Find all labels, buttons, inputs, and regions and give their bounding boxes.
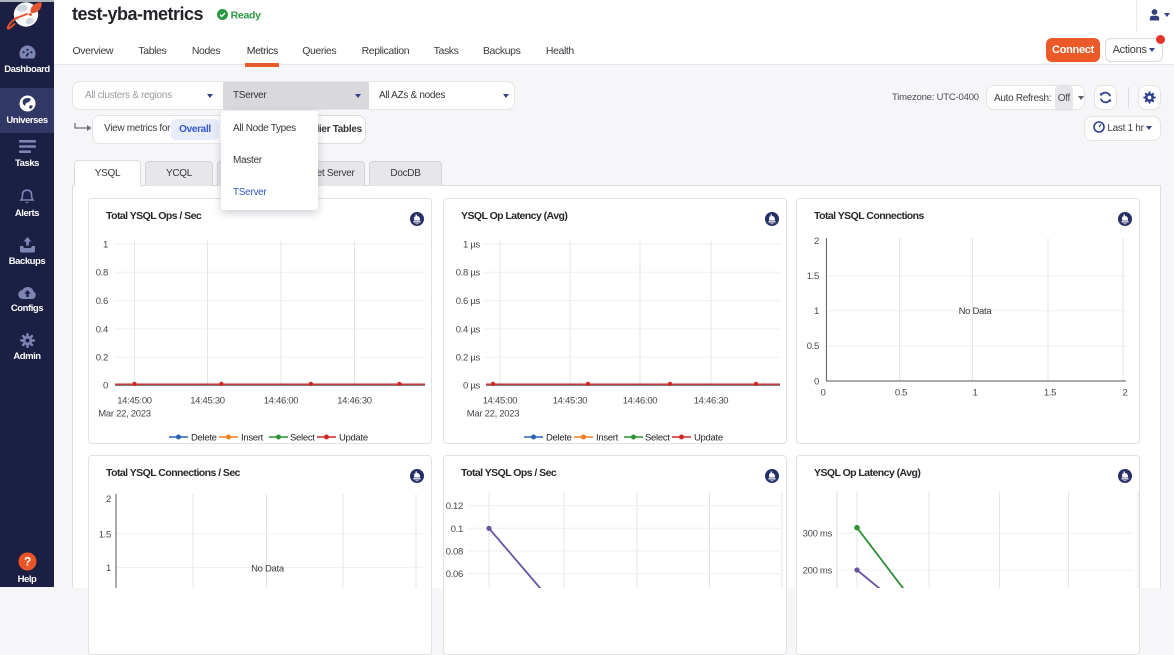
svg-text:0.5: 0.5 — [895, 388, 907, 399]
svg-text:Mar 22, 2023: Mar 22, 2023 — [467, 409, 519, 420]
svg-text:1.5: 1.5 — [807, 271, 819, 282]
svg-text:Insert: Insert — [241, 433, 264, 444]
svg-text:0 µs: 0 µs — [463, 381, 480, 392]
svg-text:0.8: 0.8 — [96, 268, 108, 279]
svg-text:0.6: 0.6 — [96, 296, 108, 307]
svg-text:0.06: 0.06 — [446, 569, 463, 580]
svg-text:Update: Update — [339, 433, 368, 444]
svg-text:0: 0 — [814, 376, 819, 387]
svg-text:14:45:00: 14:45:00 — [117, 396, 152, 407]
svg-text:No Data: No Data — [251, 564, 285, 575]
svg-text:0.08: 0.08 — [446, 546, 463, 557]
svg-text:2: 2 — [1123, 388, 1128, 399]
svg-text:No Data: No Data — [959, 306, 993, 317]
svg-text:14:46:00: 14:46:00 — [623, 396, 658, 407]
svg-text:14:46:00: 14:46:00 — [264, 396, 299, 407]
svg-text:Mar 22, 2023: Mar 22, 2023 — [98, 409, 150, 420]
svg-text:0.12: 0.12 — [446, 501, 463, 512]
svg-text:0.6 µs: 0.6 µs — [456, 296, 481, 307]
svg-text:14:45:30: 14:45:30 — [190, 396, 225, 407]
svg-text:0: 0 — [821, 388, 826, 399]
svg-text:14:45:00: 14:45:00 — [483, 396, 518, 407]
svg-text:0.5: 0.5 — [807, 341, 819, 352]
svg-text:1: 1 — [814, 306, 819, 317]
svg-text:300 ms: 300 ms — [803, 529, 833, 540]
svg-text:0.4 µs: 0.4 µs — [456, 324, 481, 335]
svg-text:Update: Update — [694, 433, 723, 444]
svg-text:14:46:30: 14:46:30 — [694, 396, 729, 407]
svg-text:?: ? — [24, 555, 31, 569]
svg-text:0.4: 0.4 — [96, 324, 108, 335]
svg-text:0.8 µs: 0.8 µs — [456, 268, 481, 279]
svg-text:Delete: Delete — [191, 433, 217, 444]
svg-text:14:45:30: 14:45:30 — [553, 396, 588, 407]
svg-text:14:46:30: 14:46:30 — [337, 396, 372, 407]
svg-text:Select: Select — [645, 433, 670, 444]
svg-text:2: 2 — [106, 494, 111, 505]
svg-text:2: 2 — [814, 236, 819, 247]
svg-text:Select: Select — [290, 433, 315, 444]
svg-text:1: 1 — [973, 388, 978, 399]
svg-text:1: 1 — [106, 563, 111, 574]
svg-text:1.5: 1.5 — [1044, 388, 1056, 399]
svg-text:1: 1 — [103, 239, 108, 250]
svg-text:0.2: 0.2 — [96, 353, 108, 364]
svg-text:1 µs: 1 µs — [463, 239, 480, 250]
svg-text:0.1: 0.1 — [451, 524, 463, 535]
svg-text:1.5: 1.5 — [99, 529, 111, 540]
svg-text:0.2 µs: 0.2 µs — [456, 353, 481, 364]
svg-text:Delete: Delete — [546, 433, 572, 444]
svg-text:0: 0 — [103, 381, 108, 392]
svg-text:Insert: Insert — [596, 433, 619, 444]
svg-text:200 ms: 200 ms — [803, 566, 833, 577]
